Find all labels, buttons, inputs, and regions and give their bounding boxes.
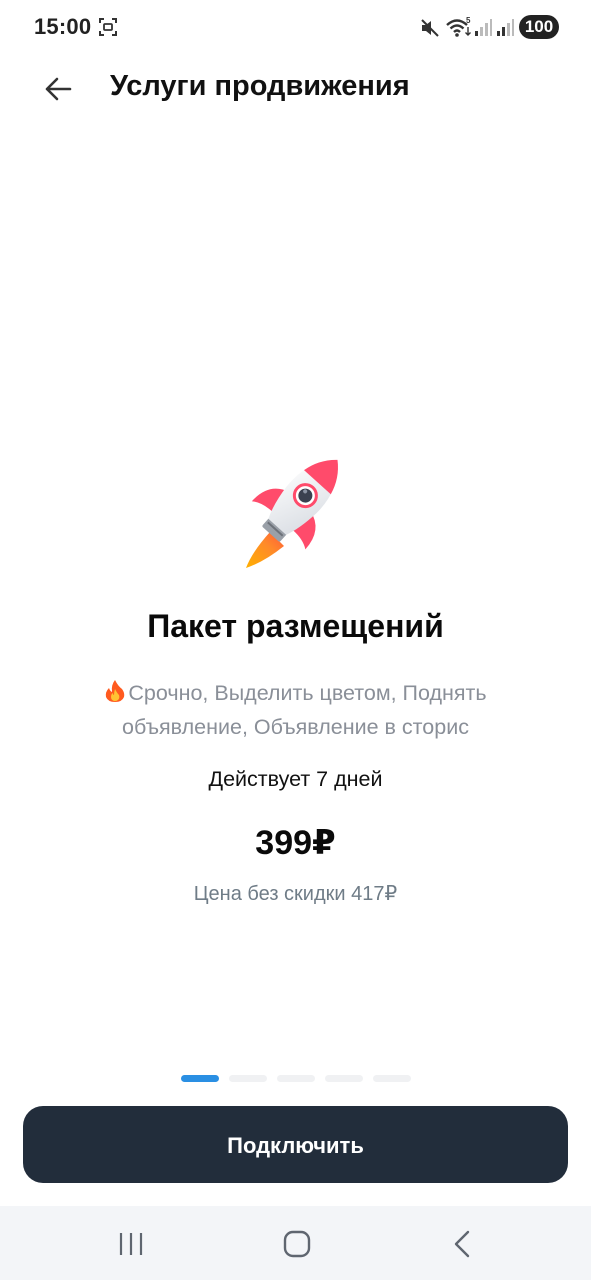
home-icon[interactable] (272, 1226, 322, 1262)
pager-dot-3[interactable] (277, 1075, 315, 1082)
status-bar: 15:00 5 100 (0, 0, 591, 56)
pager-dot-5[interactable] (373, 1075, 411, 1082)
back-button[interactable] (30, 64, 84, 114)
pager (181, 1075, 413, 1083)
package-old-price: Цена без скидки 417₽ (193, 883, 398, 905)
pager-dot-4[interactable] (325, 1075, 363, 1082)
package-features: Срочно, Выделить цветом, Поднять объявле… (60, 676, 531, 744)
features-text: Срочно, Выделить цветом, Поднять объявле… (122, 681, 487, 739)
arrow-left-icon (45, 77, 72, 101)
screenshot-icon (99, 18, 117, 36)
package-price: 399₽ (255, 824, 336, 862)
app-bar: Услуги продвижения (0, 56, 591, 122)
connect-button[interactable]: Подключить (23, 1106, 568, 1183)
svg-text:5: 5 (466, 16, 471, 25)
rocket-icon (246, 459, 338, 568)
page-title: Услуги продвижения (110, 70, 410, 102)
status-time: 15:00 (34, 14, 92, 39)
pager-dot-2[interactable] (229, 1075, 267, 1082)
package-duration: Действует 7 дней (208, 767, 383, 791)
battery-icon: 100 (519, 15, 559, 39)
back-icon[interactable] (438, 1226, 488, 1262)
signal-icon (475, 19, 492, 36)
system-nav-bar (0, 1206, 591, 1280)
fire-icon (106, 680, 125, 702)
wifi-icon: 5 (446, 16, 471, 37)
signal-icon (497, 19, 514, 36)
package-title: Пакет размещений (147, 608, 444, 644)
pager-dot-1[interactable] (181, 1075, 219, 1082)
recents-icon[interactable] (106, 1226, 156, 1262)
mute-icon (421, 19, 439, 37)
